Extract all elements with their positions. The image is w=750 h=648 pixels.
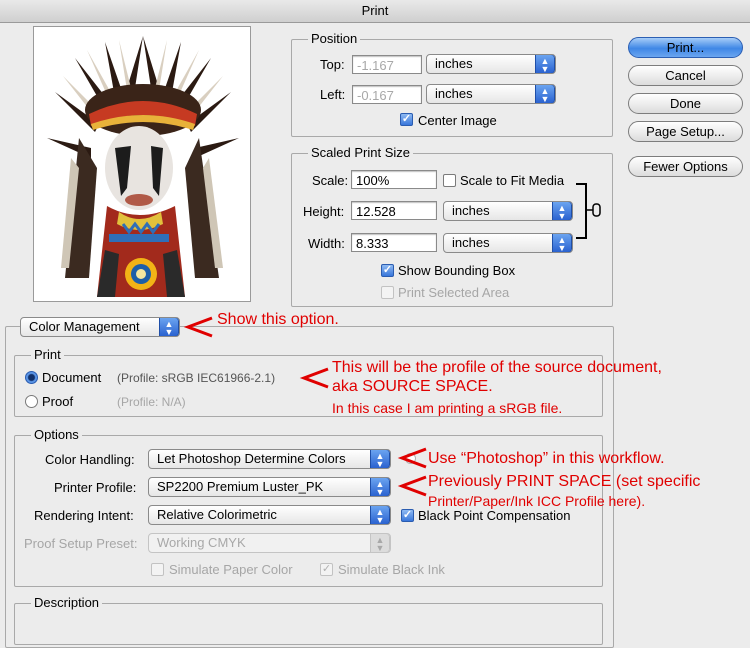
annotation-photoshop: Use “Photoshop” in this workflow. xyxy=(428,450,665,467)
top-field[interactable]: -1.167 xyxy=(352,55,422,74)
options-legend: Options xyxy=(31,427,82,442)
popup-arrows-icon: ▲ ▼ xyxy=(370,534,390,552)
printer-profile-value: SP2200 Premium Luster_PK xyxy=(157,479,324,494)
scale-to-fit-label: Scale to Fit Media xyxy=(460,173,565,188)
print-source-legend: Print xyxy=(31,347,64,362)
print-selected-area-label: Print Selected Area xyxy=(398,285,510,300)
scale-field[interactable]: 100% xyxy=(351,170,437,189)
height-unit-value: inches xyxy=(452,203,490,218)
top-unit-value: inches xyxy=(435,56,473,71)
print-preview xyxy=(33,26,251,302)
left-unit-value: inches xyxy=(435,86,473,101)
left-unit-popup[interactable]: inches ▲ ▼ xyxy=(426,84,556,104)
color-handling-value: Let Photoshop Determine Colors xyxy=(157,451,346,466)
black-point-label: Black Point Compensation xyxy=(418,508,571,523)
annotation-arrow-icon xyxy=(299,367,329,389)
printer-profile-label: Printer Profile: xyxy=(54,480,137,495)
link-bracket-icon xyxy=(576,183,601,239)
cancel-button[interactable]: Cancel xyxy=(628,65,743,86)
color-handling-label: Color Handling: xyxy=(45,452,135,467)
width-label: Width: xyxy=(308,236,345,251)
width-field[interactable]: 8.333 xyxy=(351,233,437,252)
scaled-print-size-legend: Scaled Print Size xyxy=(308,145,413,160)
proof-profile: (Profile: N/A) xyxy=(117,395,186,409)
fewer-options-button[interactable]: Fewer Options xyxy=(628,156,743,177)
color-management-value: Color Management xyxy=(29,319,140,334)
top-label: Top: xyxy=(320,57,345,72)
popup-arrows-icon: ▲ ▼ xyxy=(552,234,572,252)
annotation-source-line2: aka SOURCE SPACE. xyxy=(332,378,493,395)
popup-arrows-icon: ▲ ▼ xyxy=(552,202,572,220)
scale-to-fit-checkbox[interactable] xyxy=(443,174,456,187)
show-bounding-box-checkbox[interactable]: ✓ xyxy=(381,264,394,277)
center-image-label: Center Image xyxy=(418,113,497,128)
proof-setup-value: Working CMYK xyxy=(157,535,246,550)
printer-profile-popup[interactable]: SP2200 Premium Luster_PK ▲ ▼ xyxy=(148,477,391,497)
rendering-intent-label: Rendering Intent: xyxy=(34,508,134,523)
window-title: Print xyxy=(0,0,750,23)
description-legend: Description xyxy=(31,595,103,610)
height-unit-popup[interactable]: inches ▲ ▼ xyxy=(443,201,573,221)
page-setup-button[interactable]: Page Setup... xyxy=(628,121,743,142)
rendering-intent-value: Relative Colorimetric xyxy=(157,507,277,522)
top-unit-popup[interactable]: inches ▲ ▼ xyxy=(426,54,556,74)
document-label: Document xyxy=(42,370,102,385)
position-legend: Position xyxy=(308,31,361,46)
simulate-paper-checkbox[interactable] xyxy=(151,563,164,576)
annotation-arrow-icon xyxy=(183,316,213,338)
description-group xyxy=(14,603,603,645)
color-handling-popup[interactable]: Let Photoshop Determine Colors ▲ ▼ xyxy=(148,449,391,469)
show-bounding-box-label: Show Bounding Box xyxy=(398,263,516,278)
popup-arrows-icon: ▲ ▼ xyxy=(159,318,179,336)
annotation-source-line1: This will be the profile of the source d… xyxy=(332,359,662,376)
done-button[interactable]: Done xyxy=(628,93,743,114)
left-field[interactable]: -0.167 xyxy=(352,85,422,104)
scale-label: Scale: xyxy=(312,173,349,188)
popup-arrows-icon: ▲ ▼ xyxy=(370,450,390,468)
proof-radio[interactable] xyxy=(25,395,38,408)
color-management-popup[interactable]: Color Management ▲ ▼ xyxy=(20,317,180,337)
popup-arrows-icon: ▲ ▼ xyxy=(535,85,555,103)
popup-arrows-icon: ▲ ▼ xyxy=(535,55,555,73)
proof-setup-popup[interactable]: Working CMYK ▲ ▼ xyxy=(148,533,391,553)
annotation-show-option: Show this option. xyxy=(217,311,339,328)
left-label: Left: xyxy=(320,87,346,102)
width-unit-popup[interactable]: inches ▲ ▼ xyxy=(443,233,573,253)
annotation-source-line3: In this case I am printing a sRGB file. xyxy=(332,400,563,416)
print-button[interactable]: Print... xyxy=(628,37,743,58)
center-image-checkbox[interactable]: ✓ xyxy=(400,113,413,126)
width-unit-value: inches xyxy=(452,235,490,250)
height-label: Height: xyxy=(303,204,345,219)
rendering-intent-popup[interactable]: Relative Colorimetric ▲ ▼ xyxy=(148,505,391,525)
simulate-paper-label: Simulate Paper Color xyxy=(169,562,293,577)
height-field[interactable]: 12.528 xyxy=(351,201,437,220)
black-point-checkbox[interactable]: ✓ xyxy=(401,509,414,522)
popup-arrows-icon: ▲ ▼ xyxy=(370,506,390,524)
annotation-print-space-line1: Previously PRINT SPACE (set specific xyxy=(428,473,701,490)
popup-arrows-icon: ▲ ▼ xyxy=(370,478,390,496)
annotation-arrow-icon xyxy=(397,475,427,497)
preview-image xyxy=(40,33,246,297)
annotation-arrow-icon xyxy=(397,447,427,469)
simulate-black-checkbox[interactable]: ✓ xyxy=(320,563,333,576)
proof-label: Proof xyxy=(42,394,74,409)
proof-setup-label: Proof Setup Preset: xyxy=(24,536,138,551)
annotation-print-space-line2: Printer/Paper/Ink ICC Profile here). xyxy=(428,493,646,509)
print-selected-area-checkbox[interactable] xyxy=(381,286,394,299)
document-profile: (Profile: sRGB IEC61966-2.1) xyxy=(117,371,276,385)
simulate-black-label: Simulate Black Ink xyxy=(338,562,445,577)
document-radio[interactable] xyxy=(25,371,38,384)
